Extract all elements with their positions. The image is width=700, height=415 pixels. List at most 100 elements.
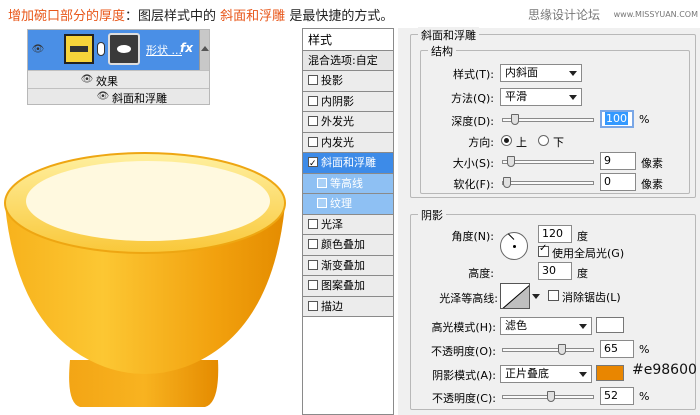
depth-unit: %: [639, 113, 650, 126]
visibility-eye-icon[interactable]: 👁: [31, 43, 45, 57]
style-item-label: 斜面和浮雕: [321, 156, 376, 169]
effects-label: 效果: [96, 75, 118, 88]
soften-slider[interactable]: [502, 177, 594, 188]
style-item-label: 投影: [321, 74, 343, 87]
highlight-opacity-thumb[interactable]: [557, 344, 566, 355]
highlight-mode-select[interactable]: 滤色: [500, 317, 592, 335]
style-item-satin[interactable]: 光泽: [303, 214, 393, 235]
fx-icon[interactable]: fx: [180, 41, 193, 55]
angle-unit: 度: [577, 230, 588, 243]
highlight-opacity-slider[interactable]: [502, 344, 594, 355]
texture-checkbox[interactable]: [317, 198, 327, 208]
anti-alias-checkbox[interactable]: [548, 290, 559, 301]
style-item-bevel-emboss[interactable]: 斜面和浮雕: [303, 153, 393, 174]
style-item-label: 颜色叠加: [321, 238, 365, 251]
inner-glow-checkbox[interactable]: [308, 136, 318, 147]
stroke-checkbox[interactable]: [308, 300, 318, 311]
depth-input[interactable]: 100: [600, 110, 634, 128]
highlight-mode-label: 高光模式(H):: [431, 321, 496, 334]
caption-part-3: 斜面和浮雕: [220, 9, 286, 24]
shadow-opacity-input[interactable]: 52: [600, 387, 634, 405]
blending-options-item[interactable]: 混合选项:自定: [303, 51, 393, 71]
gloss-contour-label: 光泽等高线:: [439, 292, 498, 305]
depth-value: 100: [605, 112, 628, 125]
angle-input[interactable]: 120: [538, 225, 572, 243]
inner-shadow-checkbox[interactable]: [308, 95, 318, 106]
style-item-label: 内阴影: [321, 94, 354, 108]
bevel-emboss-checkbox[interactable]: [308, 154, 318, 174]
pattern-overlay-checkbox[interactable]: [308, 280, 318, 290]
altitude-input[interactable]: 30: [538, 262, 572, 280]
contour-checkbox[interactable]: [317, 177, 327, 188]
layer-name[interactable]: 形状 ...: [146, 42, 182, 58]
bevel-effect-label: 斜面和浮雕: [112, 92, 167, 105]
size-slider[interactable]: [502, 156, 594, 167]
highlight-color-swatch[interactable]: [596, 317, 624, 333]
technique-select[interactable]: 平滑: [500, 88, 582, 106]
style-item-label: 纹理: [330, 197, 352, 210]
bowl-illustration: [4, 152, 286, 407]
bevel-effect-row[interactable]: 👁 斜面和浮雕: [28, 88, 209, 105]
satin-checkbox[interactable]: [308, 218, 318, 229]
angle-label: 角度(N):: [451, 230, 494, 243]
depth-slider[interactable]: [502, 114, 594, 125]
shadow-opacity-label: 不透明度(C):: [432, 392, 496, 405]
style-item-label: 渐变叠加: [321, 258, 365, 272]
style-item-drop-shadow[interactable]: 投影: [303, 71, 393, 92]
style-item-label: 图案叠加: [321, 279, 365, 292]
structure-title: 结构: [428, 43, 456, 59]
collapse-arrow-icon[interactable]: [199, 30, 209, 70]
style-item-inner-glow[interactable]: 内发光: [303, 132, 393, 153]
direction-label: 方向:: [468, 136, 494, 149]
highlight-opacity-input[interactable]: 65: [600, 340, 634, 358]
style-item-stroke[interactable]: 描边: [303, 296, 393, 317]
anti-alias-label: 消除锯齿(L): [562, 291, 621, 304]
style-item-contour[interactable]: 等高线: [303, 173, 393, 194]
watermark-cn: 思缘设计论坛: [527, 8, 600, 22]
depth-slider-thumb[interactable]: [511, 114, 520, 125]
style-item-color-overlay[interactable]: 颜色叠加: [303, 235, 393, 256]
shadow-color-swatch[interactable]: [596, 365, 624, 381]
highlight-opacity-unit: %: [639, 343, 650, 356]
bevel-settings-panel: 斜面和浮雕 结构 样式(T): 内斜面 方法(Q): 平滑 深度(D): 100…: [398, 27, 700, 415]
shadow-mode-select[interactable]: 正片叠底: [500, 365, 592, 383]
style-item-outer-glow[interactable]: 外发光: [303, 112, 393, 133]
style-item-label: 内发光: [321, 135, 354, 149]
style-item-pattern-overlay[interactable]: 图案叠加: [303, 276, 393, 297]
global-light-checkbox[interactable]: [538, 243, 549, 257]
style-item-inner-shadow[interactable]: 内阴影: [303, 91, 393, 112]
vector-mask-thumbnail[interactable]: [108, 33, 140, 65]
altitude-unit: 度: [577, 267, 588, 280]
style-item-texture[interactable]: 纹理: [303, 194, 393, 215]
chain-link-icon[interactable]: [97, 42, 105, 56]
shadow-opacity-slider[interactable]: [502, 391, 594, 402]
contour-dropdown-arrow-icon[interactable]: [532, 283, 540, 309]
global-light-label: 使用全局光(G): [552, 247, 625, 260]
styles-header[interactable]: 样式: [303, 29, 393, 51]
color-overlay-checkbox[interactable]: [308, 239, 318, 249]
direction-down-radio[interactable]: [538, 135, 549, 146]
bevel-emboss-title: 斜面和浮雕: [418, 27, 479, 43]
shadow-color-hex-note: #e98600: [632, 362, 697, 378]
style-item-gradient-overlay[interactable]: 渐变叠加: [303, 255, 393, 276]
gradient-overlay-checkbox[interactable]: [308, 259, 318, 270]
direction-up-radio[interactable]: [501, 135, 512, 146]
soften-slider-thumb[interactable]: [503, 177, 511, 188]
bevel-eye-icon[interactable]: 👁: [96, 90, 110, 104]
outer-glow-checkbox[interactable]: [308, 116, 318, 126]
drop-shadow-checkbox[interactable]: [308, 75, 318, 85]
style-item-label: 描边: [321, 299, 343, 313]
angle-dial-icon[interactable]: [500, 232, 528, 260]
effects-row[interactable]: 👁 效果: [28, 70, 209, 88]
size-input[interactable]: 9: [600, 152, 636, 170]
caption-part-2: ：图层样式中的: [125, 9, 217, 24]
shadow-opacity-thumb[interactable]: [546, 391, 555, 402]
shape-layer-row[interactable]: 👁 形状 ... fx: [28, 30, 209, 70]
layers-panel: 👁 形状 ... fx 👁 效果 👁 斜面和浮雕: [27, 29, 210, 105]
gloss-contour-preview[interactable]: [500, 283, 530, 309]
bevel-style-select[interactable]: 内斜面: [500, 64, 582, 82]
size-slider-thumb[interactable]: [507, 156, 516, 167]
style-item-label: 外发光: [321, 115, 354, 128]
soften-input[interactable]: 0: [600, 173, 636, 191]
effects-eye-icon[interactable]: 👁: [80, 73, 94, 87]
